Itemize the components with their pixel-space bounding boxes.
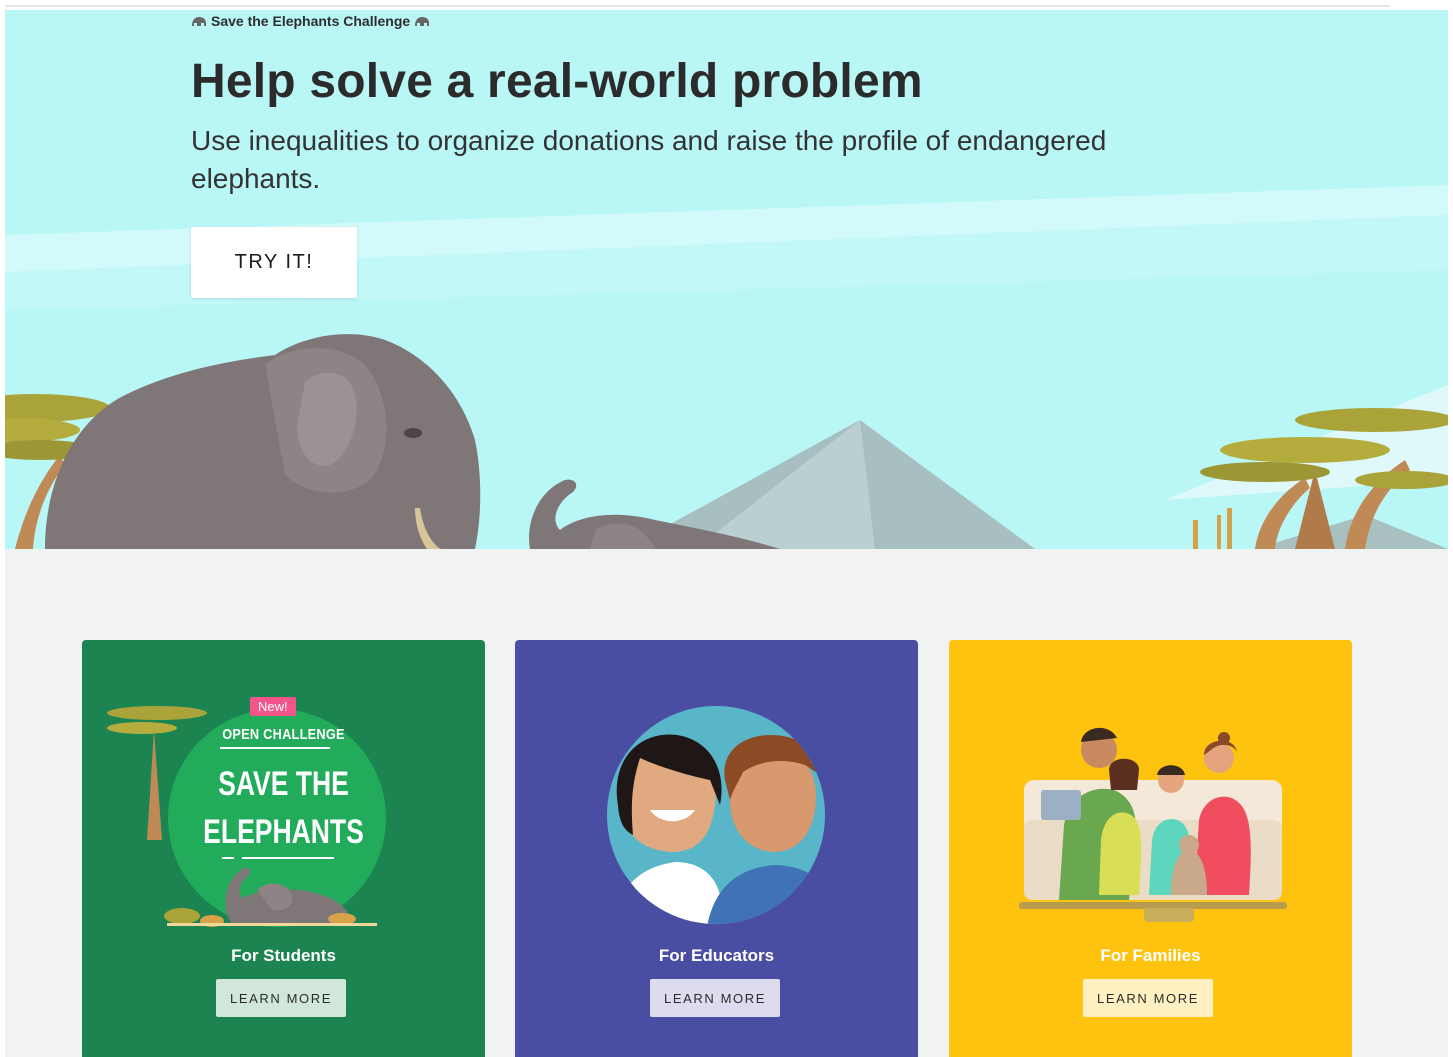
adult-elephant (45, 334, 481, 549)
elephant-icon (192, 17, 206, 26)
try-it-button[interactable]: TRY IT! (191, 227, 357, 298)
new-badge: New! (250, 697, 296, 716)
eyebrow-text: Save the Elephants Challenge (211, 13, 411, 29)
learn-more-students-button[interactable]: LEARN MORE (216, 979, 346, 1017)
top-divider (5, 5, 1390, 7)
card-educators[interactable]: For Educators LEARN MORE (515, 640, 918, 1057)
educators-illustration (607, 706, 825, 924)
giraffes (1193, 508, 1232, 549)
girl-figure (1099, 758, 1142, 895)
card-families[interactable]: For Families LEARN MORE (949, 640, 1352, 1057)
learn-more-families-button[interactable]: LEARN MORE (1083, 979, 1213, 1017)
card-title-educators: For Educators (658, 946, 775, 965)
learn-more-educators-button[interactable]: LEARN MORE (650, 979, 780, 1017)
open-challenge-label: OPEN CHALLENGE (222, 726, 345, 743)
hero-subtitle: Use inequalities to organize donations a… (191, 125, 1107, 194)
card-title-students: For Students (231, 946, 336, 965)
elephant-icon (415, 17, 430, 26)
save-the-elephants-label: SAVE THE ELEPHANTS (203, 765, 364, 851)
page-title: Help solve a real-world problem (191, 55, 923, 108)
families-illustration (1019, 727, 1287, 922)
hero-banner: Save the Elephants Challenge Help solve … (5, 10, 1448, 549)
challenge-eyebrow: Save the Elephants Challenge (191, 13, 430, 29)
card-title-families: For Families (1100, 946, 1201, 965)
card-students[interactable]: New! OPEN CHALLENGE SAVE THE ELEPHANTS F… (82, 640, 485, 1057)
